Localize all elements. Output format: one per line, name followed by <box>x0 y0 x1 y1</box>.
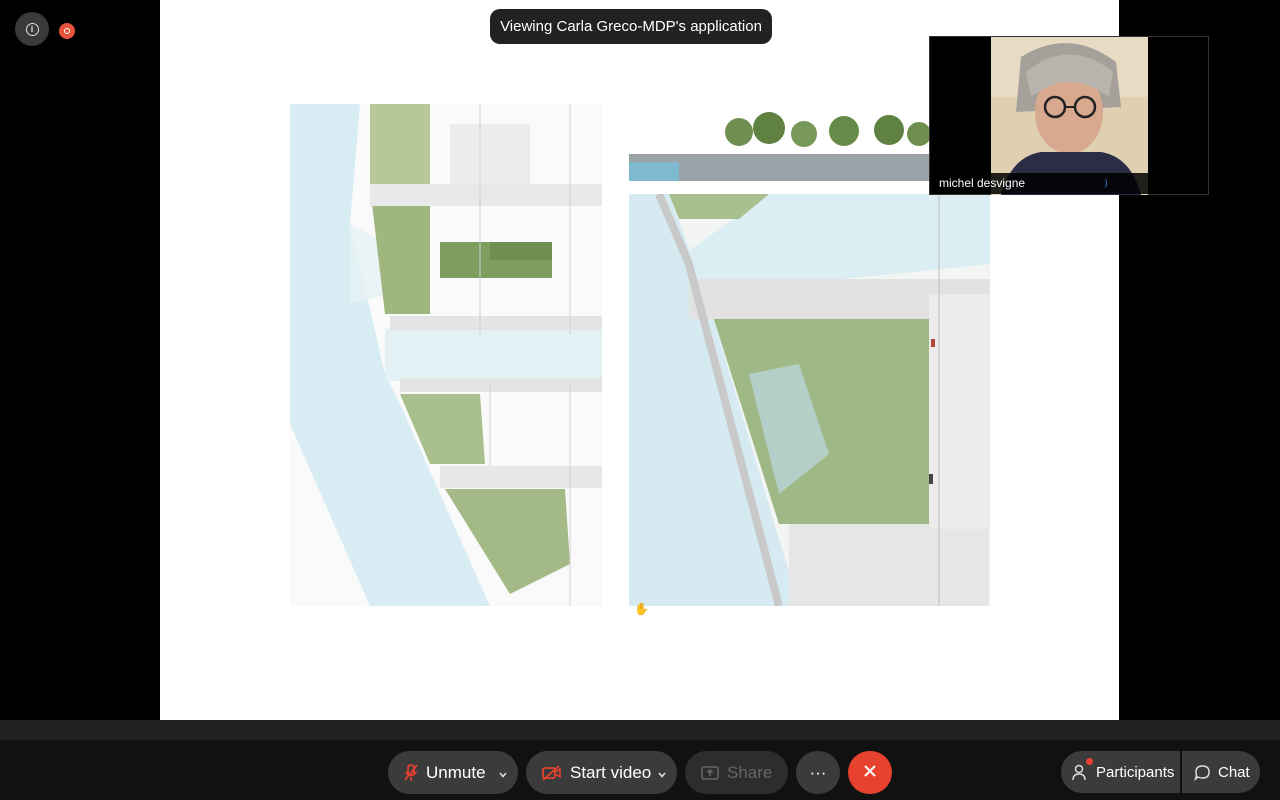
share-button[interactable]: Share <box>685 751 788 794</box>
meeting-info-button[interactable]: i <box>15 12 49 46</box>
share-screen-icon <box>701 765 719 781</box>
site-plan-left <box>290 104 602 606</box>
chat-button[interactable]: Chat <box>1182 751 1260 793</box>
audio-signal-icon: ⟩ <box>1104 178 1108 188</box>
participant-video-feed <box>991 37 1148 195</box>
more-options-icon: ··· <box>809 762 827 782</box>
recording-indicator[interactable] <box>59 23 75 39</box>
unmute-label: Unmute <box>426 762 486 782</box>
chat-icon <box>1194 764 1211 781</box>
hand-cursor-icon: ✋ <box>634 602 649 616</box>
microphone-off-icon <box>404 763 418 782</box>
end-meeting-button[interactable] <box>848 751 892 794</box>
info-icon: i <box>25 22 39 36</box>
shared-screen-area: ✋ Viewing Carla Greco-MDP's application … <box>0 0 1280 720</box>
participant-name: michel desvigne <box>930 173 1208 194</box>
chevron-down-icon[interactable] <box>657 765 667 785</box>
participants-button[interactable]: Participants <box>1061 751 1180 793</box>
close-icon <box>863 763 877 783</box>
participant-portrait <box>991 37 1148 195</box>
participants-label: Participants <box>1096 763 1175 781</box>
recording-icon <box>64 28 70 34</box>
notification-badge <box>1086 758 1093 765</box>
participants-icon <box>1072 764 1089 781</box>
participant-video-tile[interactable]: michel desvigne ⟩ <box>929 36 1209 195</box>
unmute-button[interactable]: Unmute <box>388 751 518 794</box>
start-video-button[interactable]: Start video <box>526 751 677 794</box>
share-label: Share <box>727 762 773 782</box>
start-video-label: Start video <box>570 762 652 782</box>
chevron-down-icon[interactable] <box>498 765 508 785</box>
site-section-elevation <box>629 104 929 181</box>
site-plan-right <box>629 194 990 606</box>
more-options-button[interactable]: ··· <box>796 751 840 794</box>
video-off-icon <box>542 764 562 781</box>
viewing-banner: Viewing Carla Greco-MDP's application <box>490 9 772 44</box>
chat-label: Chat <box>1218 763 1250 781</box>
